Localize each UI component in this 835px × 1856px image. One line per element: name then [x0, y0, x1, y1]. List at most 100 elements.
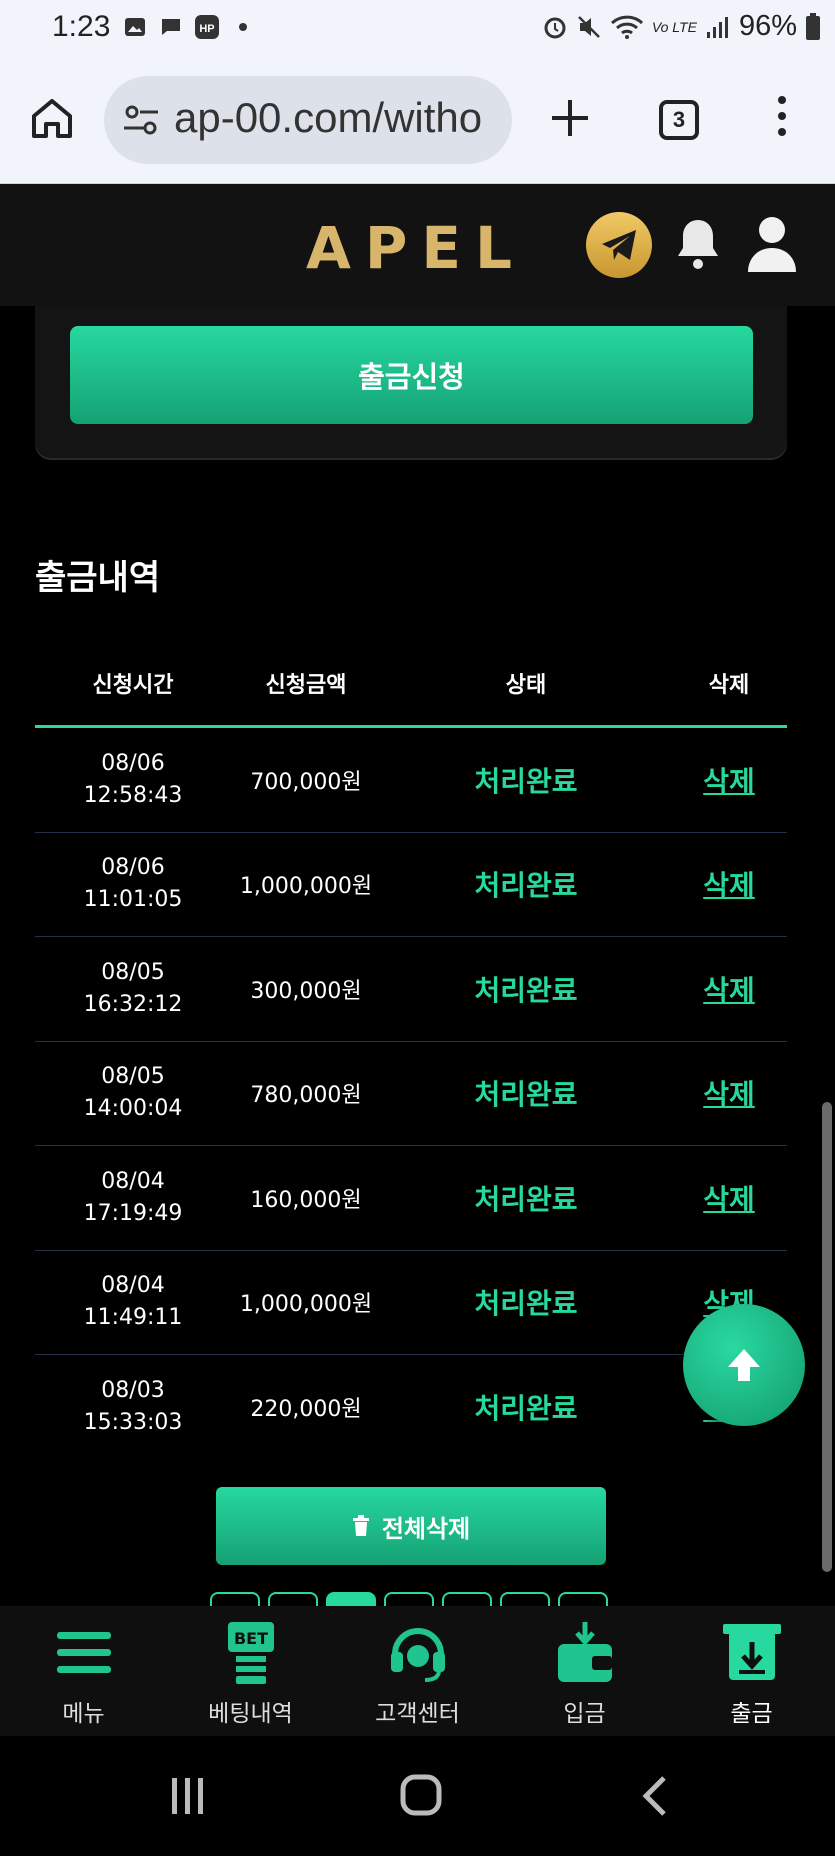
history-title: 출금내역 [35, 558, 161, 598]
headset-icon [390, 1628, 445, 1682]
row-status: 처리완료 [474, 764, 578, 798]
table-row: 08/06 12:58:43 700,000원 처리완료 삭제 [35, 728, 787, 833]
delete-all-label: 전체삭제 [381, 1514, 471, 1543]
row-delete-link[interactable]: 삭제 [671, 1178, 787, 1218]
svg-text:HP: HP [199, 23, 214, 35]
row-date: 08/04 [101, 1273, 165, 1299]
nav-item-withdraw[interactable]: 출금 [668, 1606, 835, 1736]
header-status: 상태 [505, 672, 547, 698]
svg-text:BET: BET [233, 1629, 267, 1648]
row-amount: 700,000원 [250, 769, 362, 795]
row-status: 처리완료 [474, 973, 578, 1007]
telegram-button[interactable] [586, 212, 652, 278]
withdraw-icon [722, 1624, 781, 1680]
delete-all-button[interactable]: 전체삭제 [216, 1487, 606, 1565]
user-icon[interactable] [744, 214, 800, 274]
table-header: 신청시간 신청금액 상태 삭제 [35, 640, 787, 728]
nav-item-deposit[interactable]: 입금 [501, 1606, 668, 1736]
menu-icon [56, 1632, 111, 1673]
row-time: 16:32:12 [83, 991, 183, 1017]
battery-icon [806, 12, 820, 40]
tab-switcher-button[interactable]: 3 [659, 100, 699, 140]
row-amount: 160,000원 [250, 1187, 362, 1213]
wifi-icon [610, 15, 643, 39]
row-date: 08/06 [101, 750, 165, 776]
row-amount: 1,000,000원 [239, 874, 373, 900]
nav-item-support[interactable]: 고객센터 [334, 1606, 501, 1736]
row-delete-link[interactable]: 삭제 [671, 969, 787, 1009]
row-time: 11:01:05 [83, 887, 183, 913]
row-date: 08/05 [101, 959, 165, 985]
row-date: 08/04 [101, 1168, 165, 1194]
row-date: 08/06 [101, 855, 165, 881]
network-label: Vo LTE [651, 18, 697, 35]
row-delete-link[interactable]: 삭제 [671, 864, 787, 904]
nav-item-bet-history[interactable]: BET 베팅내역 [167, 1606, 334, 1736]
hp-icon: HP [194, 14, 220, 40]
more-options-icon[interactable] [770, 92, 794, 140]
url-text: ap-00.com/witho [174, 94, 483, 141]
nav-label: 메뉴 [62, 1701, 105, 1727]
site-settings-icon[interactable] [122, 102, 162, 138]
withdraw-history-table: 신청시간 신청금액 상태 삭제 08/06 12:58:43 700,000원 처… [35, 640, 787, 1460]
bell-icon[interactable] [674, 216, 722, 272]
row-status: 처리완료 [474, 869, 578, 903]
chat-icon [158, 14, 184, 40]
clock: 1:23 [52, 10, 111, 43]
address-bar[interactable]: ap-00.com/witho [104, 76, 512, 164]
trash-icon [352, 1515, 369, 1536]
notification-dot-icon [230, 14, 256, 40]
table-row: 08/05 14:00:04 780,000원 처리완료 삭제 [35, 1042, 787, 1146]
nav-label: 베팅내역 [208, 1701, 293, 1727]
pagination [210, 1592, 608, 1612]
table-row: 08/04 11:49:11 1,000,000원 처리완료 삭제 [35, 1251, 787, 1355]
gallery-icon [122, 14, 148, 40]
scrollbar[interactable] [822, 1102, 832, 1572]
row-date: 08/03 [101, 1378, 165, 1404]
recent-apps-icon[interactable] [170, 1776, 206, 1816]
row-status: 처리완료 [474, 1182, 578, 1216]
header-delete: 삭제 [708, 672, 750, 698]
table-row: 08/06 11:01:05 1,000,000원 처리완료 삭제 [35, 833, 787, 937]
new-tab-icon[interactable] [546, 94, 594, 142]
row-status: 처리완료 [474, 1392, 578, 1426]
nav-item-menu[interactable]: 메뉴 [0, 1606, 167, 1736]
table-row: 08/0315:33:03 220,000원 처리완료 삭제 [35, 1355, 787, 1460]
bottom-nav: 메뉴 BET 베팅내역 고객센터 입금 출금 [0, 1606, 835, 1736]
wallet-icon [557, 1622, 612, 1682]
signal-icon [706, 16, 728, 38]
nav-label: 고객센터 [375, 1701, 460, 1727]
row-amount: 780,000원 [250, 1083, 362, 1109]
row-amount: 300,000원 [250, 978, 362, 1004]
status-bar: 1:23 HP Vo LTE 96% [0, 0, 835, 58]
mute-icon [577, 15, 600, 38]
row-status: 처리완료 [474, 1078, 578, 1112]
withdraw-apply-button[interactable]: 출금신청 [70, 326, 753, 424]
site-logo[interactable]: APEL [306, 214, 526, 282]
home-button-icon[interactable] [400, 1774, 442, 1816]
back-icon[interactable] [640, 1774, 670, 1818]
row-delete-link[interactable]: 삭제 [671, 1073, 787, 1113]
alarm-icon [544, 17, 566, 38]
home-icon[interactable] [30, 96, 74, 140]
table-row: 08/05 16:32:12 300,000원 처리완료 삭제 [35, 937, 787, 1042]
bet-icon: BET [227, 1622, 274, 1684]
header-request-time: 신청시간 [92, 672, 174, 698]
nav-label: 입금 [563, 1701, 606, 1727]
row-time: 11:49:11 [83, 1305, 183, 1331]
row-amount: 220,000원 [250, 1397, 362, 1423]
row-date: 08/05 [101, 1064, 165, 1090]
nav-label: 출금 [730, 1701, 773, 1727]
row-delete-link[interactable]: 삭제 [671, 760, 787, 800]
row-time: 17:19:49 [83, 1200, 183, 1226]
scroll-top-button[interactable] [683, 1304, 805, 1426]
battery-percent: 96% [738, 10, 797, 42]
arrow-up-icon [728, 1349, 760, 1381]
row-status: 처리완료 [474, 1287, 578, 1321]
system-nav-bar [0, 1736, 835, 1856]
row-amount: 1,000,000원 [239, 1292, 373, 1318]
site-header: APEL [0, 184, 835, 306]
browser-toolbar: ap-00.com/witho 3 [0, 58, 835, 184]
row-time: 12:58:43 [83, 782, 183, 808]
telegram-icon [602, 230, 636, 260]
